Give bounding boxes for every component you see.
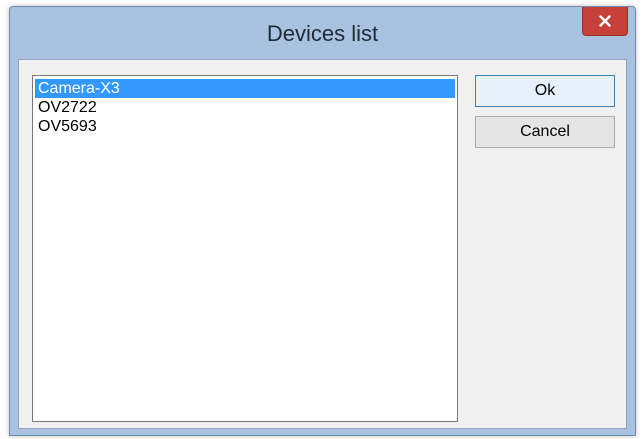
- ok-button[interactable]: Ok: [475, 75, 615, 107]
- dialog-body: Camera-X3 OV2722 OV5693 Ok Cancel: [18, 59, 627, 429]
- close-icon: [599, 15, 611, 27]
- title-bar[interactable]: Devices list: [10, 7, 635, 59]
- device-item-ov5693[interactable]: OV5693: [35, 117, 455, 136]
- devices-listbox[interactable]: Camera-X3 OV2722 OV5693: [32, 75, 458, 422]
- devices-list-dialog: Devices list Camera-X3 OV2722 OV5693 Ok …: [9, 6, 636, 436]
- cancel-button[interactable]: Cancel: [475, 116, 615, 148]
- dialog-title: Devices list: [266, 21, 379, 46]
- device-item-camera-x3[interactable]: Camera-X3: [35, 79, 455, 98]
- close-button[interactable]: [582, 7, 628, 36]
- device-item-ov2722[interactable]: OV2722: [35, 98, 455, 117]
